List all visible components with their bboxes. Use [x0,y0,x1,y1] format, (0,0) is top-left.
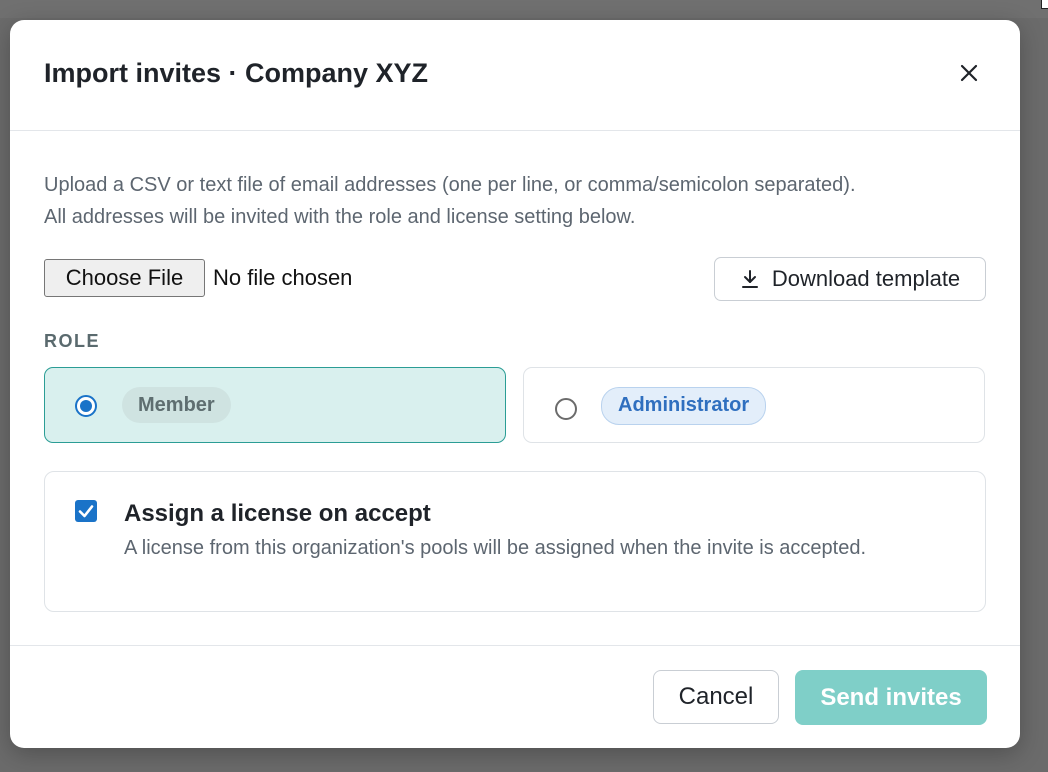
dialog-title: Import invites · Company XYZ [44,58,429,88]
download-icon [741,270,758,288]
license-option-card: Assign a license on accept A license fro… [44,471,986,612]
dialog-body: Upload a CSV or text file of email addre… [10,131,1020,646]
background-app-header [0,0,1048,18]
dialog-footer: Cancel Send invites [10,645,1020,748]
send-invites-button[interactable]: Send invites [795,670,987,725]
role-option-member[interactable]: Member [44,367,506,443]
assign-license-checkbox[interactable] [75,500,97,522]
cancel-button[interactable]: Cancel [653,670,779,724]
close-button[interactable] [956,60,982,86]
administrator-role-badge: Administrator [601,387,767,425]
download-template-button[interactable]: Download template [714,257,986,301]
administrator-radio[interactable] [555,398,577,420]
checkmark-icon [78,505,94,518]
dialog-header: Import invites · Company XYZ [10,20,1020,131]
description-line-1: Upload a CSV or text file of email addre… [44,174,856,196]
window-corner [1041,0,1048,9]
import-invites-dialog: Import invites · Company XYZ Upload a CS… [10,20,1020,748]
role-option-administrator[interactable]: Administrator [523,367,985,443]
file-status-text: No file chosen [213,265,353,290]
member-radio[interactable] [75,395,97,417]
description-line-2: All addresses will be invited with the r… [44,206,636,228]
role-section-label: ROLE [44,331,101,351]
assign-license-label[interactable]: Assign a license on accept [124,500,431,528]
member-role-badge: Member [122,387,231,423]
close-icon [960,64,978,82]
assign-license-description: A license from this organization's pools… [124,537,867,559]
choose-file-button[interactable]: Choose File [44,259,205,297]
download-template-label: Download template [771,266,961,291]
upload-description: Upload a CSV or text file of email addre… [44,169,994,233]
